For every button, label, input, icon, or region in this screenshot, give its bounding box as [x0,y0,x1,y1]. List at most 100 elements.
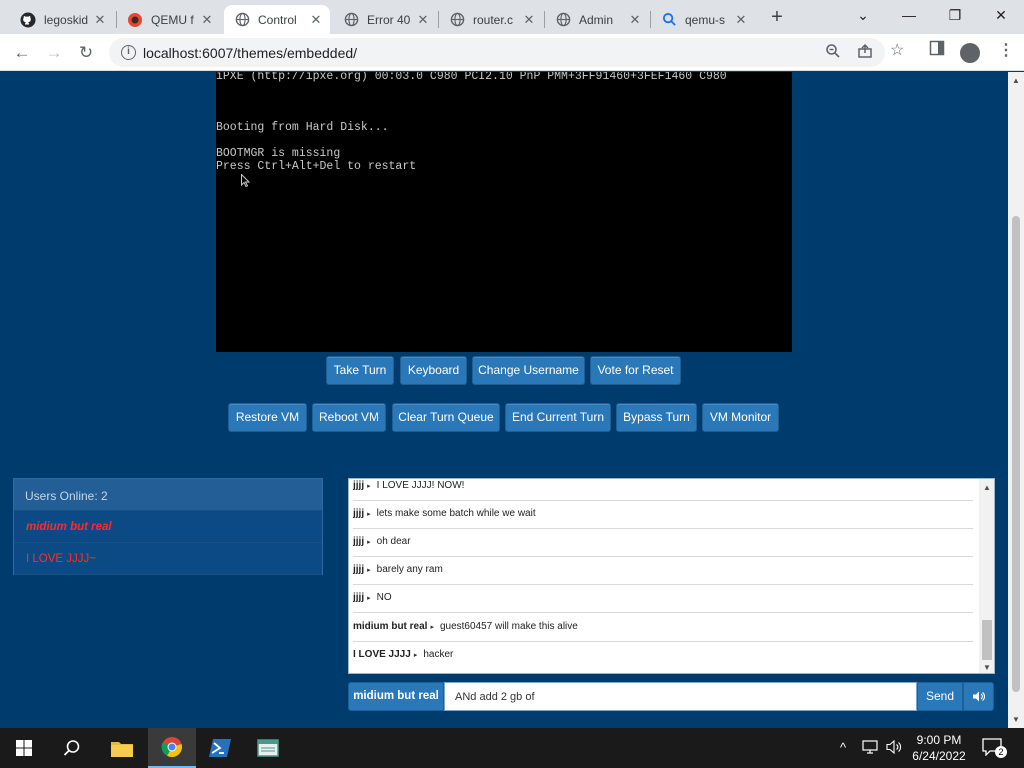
new-tab-button[interactable]: + [765,6,789,28]
forward-arrow-icon[interactable]: → [40,39,68,67]
browser-tab[interactable]: legoskid ✕ [10,5,114,34]
app-window-icon[interactable] [244,728,292,768]
globe-icon [449,12,465,28]
browser-tab-active[interactable]: Control ✕ [224,5,330,34]
chat-message: jjjj ▸ oh dear [353,529,973,557]
profile-avatar[interactable] [960,43,980,63]
chat-username: jjjj [353,508,365,519]
chrome-icon[interactable] [148,728,196,768]
site-info-icon[interactable]: i [121,45,136,60]
chat-text: hacker [423,649,454,660]
zoom-icon[interactable] [825,43,841,63]
volume-icon[interactable] [963,682,994,711]
windows-start-icon[interactable] [0,728,48,768]
close-tab-icon[interactable]: ✕ [199,12,215,28]
chat-message: jjjj ▸ barely any ram [353,557,973,585]
user-list-item[interactable]: I LOVE JJJJ~ [14,543,322,575]
keyboard-button[interactable]: Keyboard [400,356,467,385]
url-text[interactable]: localhost:6007/themes/embedded/ [143,45,357,61]
reload-icon[interactable]: ↻ [72,39,100,67]
chat-separator-icon: ▸ [367,595,371,602]
back-arrow-icon[interactable]: ← [8,39,36,67]
browser-toolbar: ← → ↻ i localhost:6007/themes/embedded/ … [0,34,1024,71]
end-current-turn-button[interactable]: End Current Turn [505,403,611,432]
browser-tab[interactable]: QEMU f ✕ [117,5,221,34]
globe-icon [343,12,359,28]
speaker-icon[interactable] [886,739,902,757]
chat-scrollbar-thumb[interactable] [982,620,992,660]
vm-text-line: iPXE (http://ipxe.org) 00:03.0 C980 PCI2… [216,72,727,83]
browser-tab[interactable]: Admin ✕ [545,5,649,34]
system-clock[interactable]: 9:00 PM 6/24/2022 [908,732,970,764]
vm-monitor-button[interactable]: VM Monitor [702,403,779,432]
network-icon[interactable] [862,740,878,757]
chat-message: jjjj ▸ NO [353,585,973,613]
chat-separator-icon: ▸ [367,539,371,546]
scroll-up-arrow-icon[interactable]: ▲ [1012,76,1020,85]
chat-text: lets make some batch while we wait [376,508,536,519]
search-icon[interactable] [48,728,96,768]
close-window-button[interactable]: ✕ [978,0,1024,30]
chat-username: jjjj [353,536,365,547]
address-bar[interactable]: i localhost:6007/themes/embedded/ [109,38,885,67]
close-tab-icon[interactable]: ✕ [733,12,749,28]
take-turn-button[interactable]: Take Turn [326,356,394,385]
browser-tab[interactable]: Error 40 ✕ [333,5,437,34]
clock-time: 9:00 PM [916,733,962,747]
bypass-turn-button[interactable]: Bypass Turn [616,403,697,432]
scroll-down-arrow-icon[interactable]: ▼ [983,663,991,672]
change-username-button[interactable]: Change Username [472,356,585,385]
user-list-item[interactable]: midium but real [14,511,322,543]
chat-message: jjjj ▸ I LOVE JJJJ! NOW! [353,479,973,501]
qemu-icon [127,12,143,28]
vm-text-line: BOOTMGR is missing [216,147,341,160]
clear-turn-queue-button[interactable]: Clear Turn Queue [392,403,500,432]
powershell-icon[interactable] [196,728,244,768]
close-tab-icon[interactable]: ✕ [627,12,643,28]
windows-taskbar: ^ 9:00 PM 6/24/2022 2 [0,728,1024,768]
users-online-panel: Users Online: 2 midium but real I LOVE J… [13,478,323,575]
vote-for-reset-button[interactable]: Vote for Reset [590,356,681,385]
clock-date: 6/24/2022 [912,749,966,763]
chat-messages[interactable]: jjjj ▸ I LOVE JJJJ! NOW! jjjj ▸ lets make so… [348,478,995,674]
tab-search-button[interactable]: ⌄ [840,0,886,30]
page-scrollbar[interactable]: ▲ ▼ [1008,72,1024,728]
show-hidden-icons-chevron-icon[interactable]: ^ [840,740,846,755]
more-menu-icon[interactable]: ⋮ [998,40,1014,60]
vm-display[interactable]: iPXE (http://ipxe.org) 00:03.0 C980 PCI2… [216,72,792,352]
chat-text: NO [376,592,392,603]
browser-tab-bar: legoskid ✕ QEMU f ✕ Control ✕ Error 40 ✕… [0,0,1024,34]
chat-message: I LOVE JJJJ ▸ hacker [353,642,973,670]
scroll-down-arrow-icon[interactable]: ▼ [1012,715,1020,724]
chat-username: jjjj [353,592,365,603]
browser-tab[interactable]: router.c ✕ [439,5,543,34]
close-tab-icon[interactable]: ✕ [521,12,537,28]
chat-separator-icon: ▸ [367,483,371,490]
close-tab-icon[interactable]: ✕ [415,12,431,28]
minimize-button[interactable]: — [886,0,932,30]
reboot-vm-button[interactable]: Reboot VM [312,403,386,432]
chat-scrollbar[interactable]: ▲ ▼ [979,479,994,673]
side-panel-icon[interactable] [929,40,945,61]
github-icon [20,12,36,28]
chat-username-button[interactable]: midium but real [348,682,444,711]
chat-input[interactable] [444,682,917,711]
chat-username: I LOVE JJJJ [353,649,411,660]
close-tab-icon[interactable]: ✕ [92,12,108,28]
chat-text: guest60457 will make this alive [439,621,578,632]
chat-separator-icon: ▸ [367,567,371,574]
file-explorer-icon[interactable] [98,728,146,768]
bookmark-star-icon[interactable]: ☆ [890,40,904,60]
chat-text: oh dear [376,536,411,547]
chat-separator-icon: ▸ [367,511,371,518]
restore-vm-button[interactable]: Restore VM [228,403,307,432]
scroll-up-arrow-icon[interactable]: ▲ [983,483,991,492]
close-tab-icon[interactable]: ✕ [308,12,324,28]
restore-button[interactable]: ❐ [932,0,978,30]
share-icon[interactable] [857,43,873,63]
vm-text-line: Booting from Hard Disk... [216,121,389,134]
notifications-icon[interactable]: 2 [982,738,1007,758]
send-button[interactable]: Send [917,682,963,711]
page-scrollbar-thumb[interactable] [1012,216,1020,692]
browser-tab[interactable]: qemu-s ✕ [651,5,755,34]
